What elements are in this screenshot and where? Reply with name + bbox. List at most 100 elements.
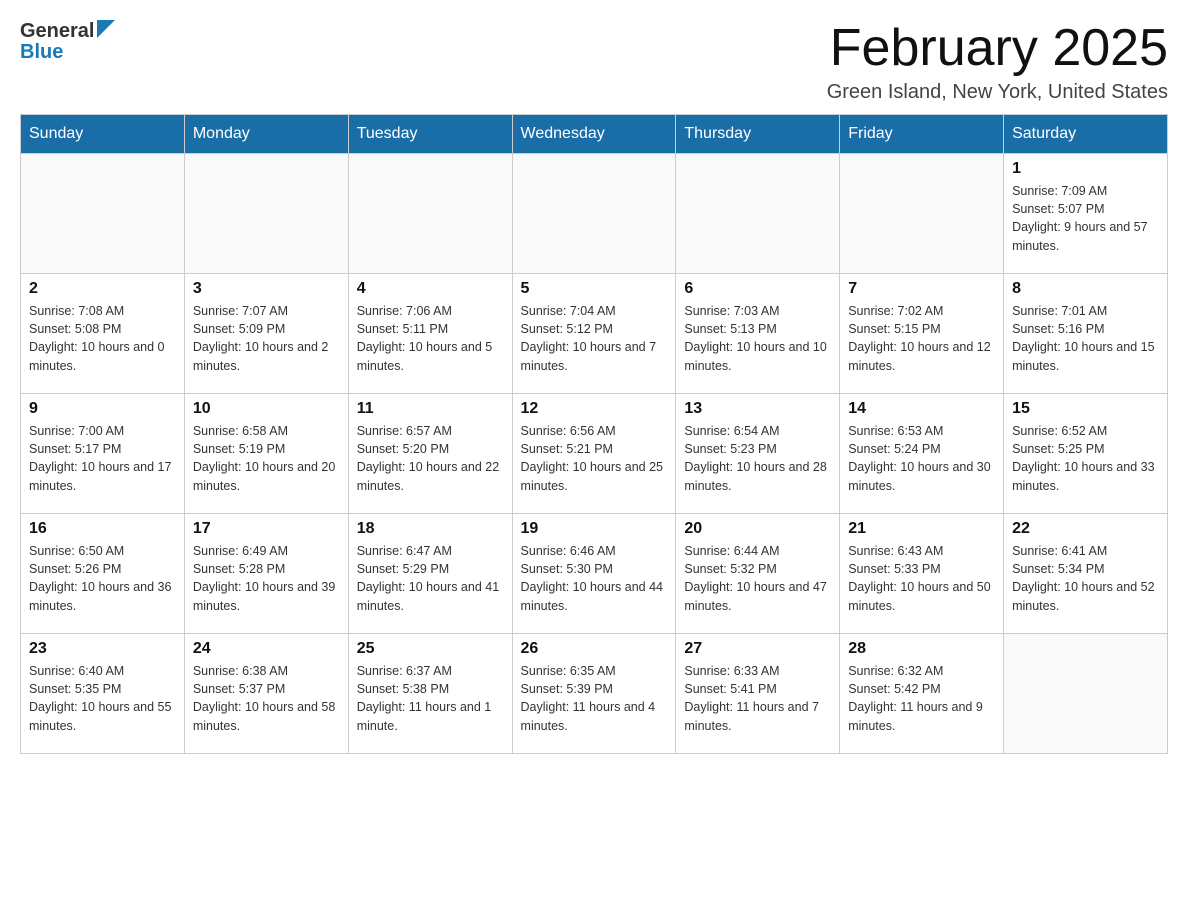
day-info: Sunrise: 6:57 AM Sunset: 5:20 PM Dayligh… [357,422,504,495]
day-number: 21 [848,520,995,538]
table-row: 20 Sunrise: 6:44 AM Sunset: 5:32 PM Dayli… [676,514,840,634]
day-number: 4 [357,280,504,298]
table-row [840,154,1004,274]
day-info: Sunrise: 6:47 AM Sunset: 5:29 PM Dayligh… [357,542,504,615]
day-info: Sunrise: 7:06 AM Sunset: 5:11 PM Dayligh… [357,302,504,375]
table-row: 3 Sunrise: 7:07 AM Sunset: 5:09 PM Daylig… [184,274,348,394]
calendar-header-row: Sunday Monday Tuesday Wednesday Thursday… [21,115,1168,154]
day-info: Sunrise: 6:58 AM Sunset: 5:19 PM Dayligh… [193,422,340,495]
logo-blue: Blue [20,42,115,62]
logo-general: General [20,20,115,42]
table-row: 18 Sunrise: 6:47 AM Sunset: 5:29 PM Dayli… [348,514,512,634]
day-number: 28 [848,640,995,658]
col-sunday: Sunday [21,115,185,154]
table-row: 21 Sunrise: 6:43 AM Sunset: 5:33 PM Dayli… [840,514,1004,634]
week-row-3: 9 Sunrise: 7:00 AM Sunset: 5:17 PM Daylig… [21,394,1168,514]
day-number: 9 [29,400,176,418]
day-number: 23 [29,640,176,658]
table-row [184,154,348,274]
day-info: Sunrise: 6:52 AM Sunset: 5:25 PM Dayligh… [1012,422,1159,495]
day-info: Sunrise: 6:50 AM Sunset: 5:26 PM Dayligh… [29,542,176,615]
table-row: 19 Sunrise: 6:46 AM Sunset: 5:30 PM Dayli… [512,514,676,634]
day-info: Sunrise: 7:02 AM Sunset: 5:15 PM Dayligh… [848,302,995,375]
day-info: Sunrise: 6:56 AM Sunset: 5:21 PM Dayligh… [521,422,668,495]
day-info: Sunrise: 7:04 AM Sunset: 5:12 PM Dayligh… [521,302,668,375]
day-number: 18 [357,520,504,538]
table-row: 6Sunrise: 7:03 AM Sunset: 5:13 PM Daylig… [676,274,840,394]
logo: General Blue [20,20,115,62]
day-number: 7 [848,280,995,298]
day-info: Sunrise: 6:32 AM Sunset: 5:42 PM Dayligh… [848,662,995,735]
col-thursday: Thursday [676,115,840,154]
table-row: 25 Sunrise: 6:37 AM Sunset: 5:38 PM Dayli… [348,634,512,754]
day-number: 2 [29,280,176,298]
table-row: 8 Sunrise: 7:01 AM Sunset: 5:16 PM Daylig… [1004,274,1168,394]
day-number: 16 [29,520,176,538]
day-info: Sunrise: 7:08 AM Sunset: 5:08 PM Dayligh… [29,302,176,375]
day-info: Sunrise: 7:01 AM Sunset: 5:16 PM Dayligh… [1012,302,1159,375]
table-row: 17 Sunrise: 6:49 AM Sunset: 5:28 PM Dayli… [184,514,348,634]
col-monday: Monday [184,115,348,154]
day-info: Sunrise: 7:07 AM Sunset: 5:09 PM Dayligh… [193,302,340,375]
day-info: Sunrise: 6:38 AM Sunset: 5:37 PM Dayligh… [193,662,340,735]
title-section: February 2025 Green Island, New York, Un… [827,20,1168,104]
day-info: Sunrise: 6:37 AM Sunset: 5:38 PM Dayligh… [357,662,504,735]
day-number: 22 [1012,520,1159,538]
day-number: 20 [684,520,831,538]
table-row: 13Sunrise: 6:54 AM Sunset: 5:23 PM Dayli… [676,394,840,514]
week-row-4: 16 Sunrise: 6:50 AM Sunset: 5:26 PM Dayli… [21,514,1168,634]
day-number: 25 [357,640,504,658]
table-row: 24 Sunrise: 6:38 AM Sunset: 5:37 PM Dayli… [184,634,348,754]
table-row [348,154,512,274]
table-row: 11 Sunrise: 6:57 AM Sunset: 5:20 PM Dayli… [348,394,512,514]
day-number: 15 [1012,400,1159,418]
day-number: 19 [521,520,668,538]
day-info: Sunrise: 7:09 AM Sunset: 5:07 PM Dayligh… [1012,182,1159,255]
day-info: Sunrise: 6:33 AM Sunset: 5:41 PM Dayligh… [684,662,831,735]
day-number: 14 [848,400,995,418]
calendar-table: Sunday Monday Tuesday Wednesday Thursday… [20,114,1168,754]
table-row: 10 Sunrise: 6:58 AM Sunset: 5:19 PM Dayli… [184,394,348,514]
day-info: Sunrise: 6:46 AM Sunset: 5:30 PM Dayligh… [521,542,668,615]
day-number: 13 [684,400,831,418]
table-row: 1 Sunrise: 7:09 AM Sunset: 5:07 PM Daylig… [1004,154,1168,274]
table-row [676,154,840,274]
day-info: Sunrise: 6:44 AM Sunset: 5:32 PM Dayligh… [684,542,831,615]
day-number: 11 [357,400,504,418]
table-row: 5 Sunrise: 7:04 AM Sunset: 5:12 PM Daylig… [512,274,676,394]
week-row-5: 23 Sunrise: 6:40 AM Sunset: 5:35 PM Dayli… [21,634,1168,754]
day-info: Sunrise: 6:41 AM Sunset: 5:34 PM Dayligh… [1012,542,1159,615]
location: Green Island, New York, United States [827,81,1168,104]
day-info: Sunrise: 7:00 AM Sunset: 5:17 PM Dayligh… [29,422,176,495]
table-row: 16 Sunrise: 6:50 AM Sunset: 5:26 PM Dayli… [21,514,185,634]
month-title: February 2025 [827,20,1168,77]
page-header: General Blue February 2025 Green Island,… [20,20,1168,104]
day-info: Sunrise: 6:49 AM Sunset: 5:28 PM Dayligh… [193,542,340,615]
day-number: 3 [193,280,340,298]
day-number: 17 [193,520,340,538]
table-row: 28 Sunrise: 6:32 AM Sunset: 5:42 PM Dayli… [840,634,1004,754]
day-number: 24 [193,640,340,658]
col-saturday: Saturday [1004,115,1168,154]
day-number: 10 [193,400,340,418]
col-friday: Friday [840,115,1004,154]
table-row: 23 Sunrise: 6:40 AM Sunset: 5:35 PM Dayli… [21,634,185,754]
table-row: 22 Sunrise: 6:41 AM Sunset: 5:34 PM Dayli… [1004,514,1168,634]
col-tuesday: Tuesday [348,115,512,154]
table-row: 7 Sunrise: 7:02 AM Sunset: 5:15 PM Daylig… [840,274,1004,394]
day-info: Sunrise: 6:40 AM Sunset: 5:35 PM Dayligh… [29,662,176,735]
table-row [1004,634,1168,754]
table-row: 12Sunrise: 6:56 AM Sunset: 5:21 PM Dayli… [512,394,676,514]
table-row: 4 Sunrise: 7:06 AM Sunset: 5:11 PM Daylig… [348,274,512,394]
day-number: 5 [521,280,668,298]
day-number: 8 [1012,280,1159,298]
logo-arrow-icon [97,20,115,38]
day-info: Sunrise: 6:53 AM Sunset: 5:24 PM Dayligh… [848,422,995,495]
day-number: 1 [1012,160,1159,178]
day-number: 26 [521,640,668,658]
table-row: 27Sunrise: 6:33 AM Sunset: 5:41 PM Dayli… [676,634,840,754]
table-row: 14 Sunrise: 6:53 AM Sunset: 5:24 PM Dayli… [840,394,1004,514]
day-info: Sunrise: 6:43 AM Sunset: 5:33 PM Dayligh… [848,542,995,615]
day-info: Sunrise: 6:35 AM Sunset: 5:39 PM Dayligh… [521,662,668,735]
col-wednesday: Wednesday [512,115,676,154]
